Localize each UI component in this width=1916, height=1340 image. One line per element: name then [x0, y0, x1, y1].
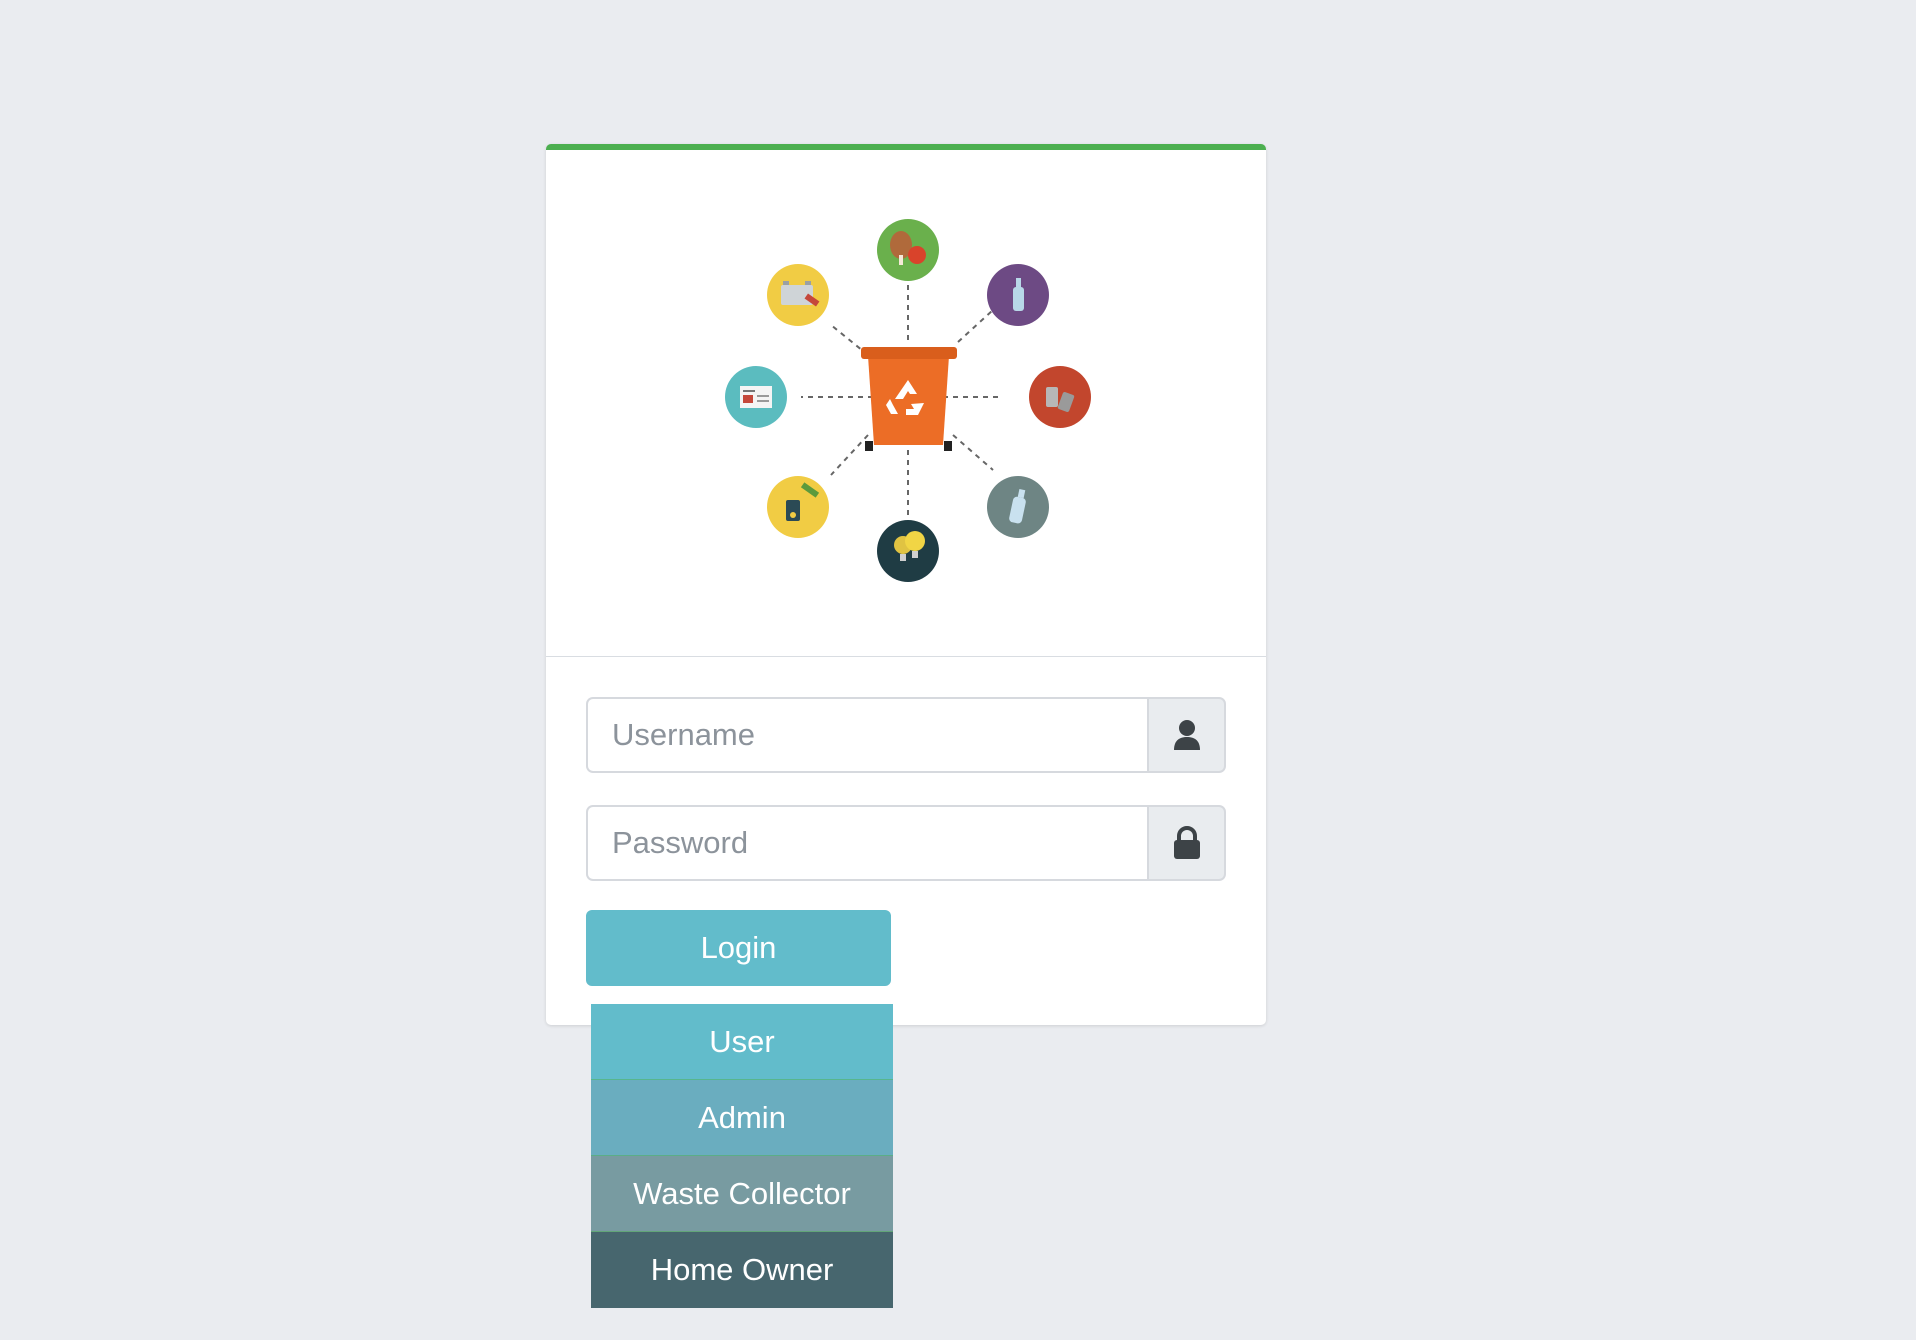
role-menu: User Admin Waste Collector Home Owner — [591, 1004, 893, 1308]
password-addon — [1147, 805, 1226, 881]
login-button[interactable]: Login — [586, 910, 891, 986]
role-item-admin[interactable]: Admin — [591, 1080, 893, 1156]
plastic-bottle-icon — [987, 476, 1049, 538]
recycle-bin-icon — [861, 347, 957, 451]
recycling-logo — [725, 219, 1091, 582]
user-icon — [1173, 720, 1200, 750]
role-item-waste-collector[interactable]: Waste Collector — [591, 1156, 893, 1232]
role-item-user[interactable]: User — [591, 1004, 893, 1080]
username-group — [586, 697, 1226, 773]
light-bulb-icon — [877, 520, 939, 582]
password-input[interactable] — [586, 805, 1147, 881]
lock-icon — [1173, 826, 1200, 859]
battery-icon — [767, 264, 829, 326]
password-group — [586, 805, 1226, 881]
electronics-icon — [767, 476, 829, 538]
role-item-home-owner[interactable]: Home Owner — [591, 1232, 893, 1308]
metal-cans-icon — [1029, 366, 1091, 428]
glass-bottle-icon — [987, 264, 1049, 326]
login-card: Login — [546, 144, 1266, 1025]
username-addon — [1147, 697, 1226, 773]
username-input[interactable] — [586, 697, 1147, 773]
organic-waste-icon — [877, 219, 939, 281]
card-header — [546, 150, 1266, 657]
newspaper-icon — [725, 366, 787, 428]
